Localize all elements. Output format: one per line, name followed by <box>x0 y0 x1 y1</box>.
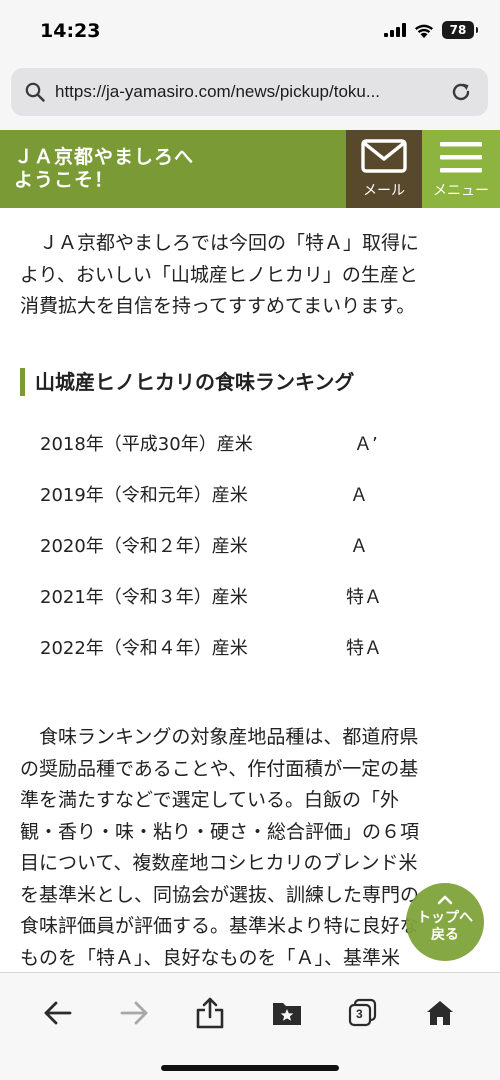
intro-paragraph: ＪＡ京都やましろでは今回の「特Ａ」取得に より、おいしい「山城産ヒノヒカリ」の生… <box>20 228 480 323</box>
ranking-year: 2018年（平成30年）産米 <box>40 434 253 455</box>
site-title-line2: ようこそ！ <box>14 169 115 191</box>
tabs-icon <box>348 998 377 1027</box>
tabs-count: 3 <box>356 1007 363 1021</box>
back-button[interactable] <box>36 991 80 1035</box>
share-button[interactable] <box>188 991 232 1035</box>
status-time: 14:23 <box>40 20 101 42</box>
ranking-year: 2019年（令和元年）産米 <box>40 485 248 506</box>
home-icon <box>427 1001 453 1025</box>
intro-line: ＪＡ京都やましろでは今回の「特Ａ」取得に <box>39 232 420 254</box>
ranking-grade: 特Ａ <box>346 638 382 659</box>
cellular-signal-icon <box>384 23 406 37</box>
reload-icon[interactable] <box>450 81 472 103</box>
menu-label: メニュー <box>433 183 489 199</box>
ranking-grade: Ａ <box>350 485 368 506</box>
hamburger-menu-icon <box>440 142 482 173</box>
ranking-grade: Ａ <box>350 536 368 557</box>
body-line: ものを「特Ａ」、良好なものを「Ａ」、基準米 <box>20 946 401 969</box>
mail-label: メール <box>363 183 405 199</box>
ranking-row: 2018年（平成30年）産米 Ａ’ <box>40 430 480 460</box>
search-icon <box>25 82 45 102</box>
body-line: 目について、複数産地コシヒカリのブレンド米 <box>20 852 418 874</box>
back-to-top-button[interactable]: トップへ 戻る <box>406 883 484 961</box>
ranking-row: 2019年（令和元年）産米 Ａ <box>40 481 480 511</box>
ranking-row: 2021年（令和３年）産米 特Ａ <box>40 583 480 613</box>
ranking-year: 2022年（令和４年）産米 <box>40 638 248 659</box>
ranking-year: 2021年（令和３年）産米 <box>40 587 248 608</box>
status-bar: 14:23 78 <box>0 0 500 62</box>
back-to-top-line1: トップへ <box>417 910 473 926</box>
ranking-row: 2022年（令和４年）産米 特Ａ <box>40 634 480 664</box>
ranking-grade: Ａ’ <box>354 434 378 455</box>
intro-line: より、おいしい「山城産ヒノヒカリ」の生産と <box>20 263 418 286</box>
envelope-icon <box>361 139 407 173</box>
back-to-top-line2: 戻る <box>431 927 459 943</box>
status-icons: 78 <box>384 21 478 39</box>
ranking-heading: 山城産ヒノヒカリの食味ランキング <box>20 368 354 396</box>
site-header: ＪＡ京都やましろへ ようこそ！ メール メニュー <box>0 130 500 208</box>
bookmarks-button[interactable] <box>265 991 309 1035</box>
wifi-icon <box>415 24 433 38</box>
body-line: 観・香り・味・粘り・硬さ・総合評価」の６項 <box>20 820 420 843</box>
intro-line: 消費拡大を自信を持ってすすめてまいります。 <box>20 295 416 317</box>
url-text: https://ja-yamasiro.com/news/pickup/toku… <box>55 82 381 101</box>
site-title-line1: ＪＡ京都やましろへ <box>14 146 195 168</box>
ranking-grade: 特Ａ <box>346 587 382 608</box>
arrow-right-icon <box>120 1001 148 1025</box>
ranking-row: 2020年（令和２年）産米 Ａ <box>40 532 480 562</box>
home-button[interactable] <box>418 991 462 1035</box>
battery-icon: 78 <box>442 21 478 39</box>
site-title[interactable]: ＪＡ京都やましろへ ようこそ！ <box>14 146 194 192</box>
ranking-year: 2020年（令和２年）産米 <box>40 536 248 557</box>
chevron-up-icon <box>437 895 453 905</box>
bookmark-folder-icon <box>273 1003 301 1025</box>
body-line: 食味ランキングの対象産地品種は、都道府県 <box>39 726 419 748</box>
address-bar[interactable]: https://ja-yamasiro.com/news/pickup/toku… <box>11 68 488 116</box>
tabs-button[interactable]: 3 <box>341 991 385 1035</box>
mail-button[interactable]: メール <box>346 130 422 208</box>
forward-button[interactable] <box>112 991 156 1035</box>
arrow-left-icon <box>44 1001 72 1025</box>
battery-level: 78 <box>449 23 467 37</box>
home-indicator <box>161 1065 339 1071</box>
menu-button[interactable]: メニュー <box>422 130 500 208</box>
browser-toolbar: 3 <box>0 972 500 1080</box>
share-icon <box>196 997 224 1029</box>
body-line: の奨励品種であることや、作付面積が一定の基 <box>20 757 419 780</box>
browser-address-area: https://ja-yamasiro.com/news/pickup/toku… <box>0 62 500 130</box>
body-line: 準を満たすなどで選定している。白飯の「外 <box>20 789 400 811</box>
